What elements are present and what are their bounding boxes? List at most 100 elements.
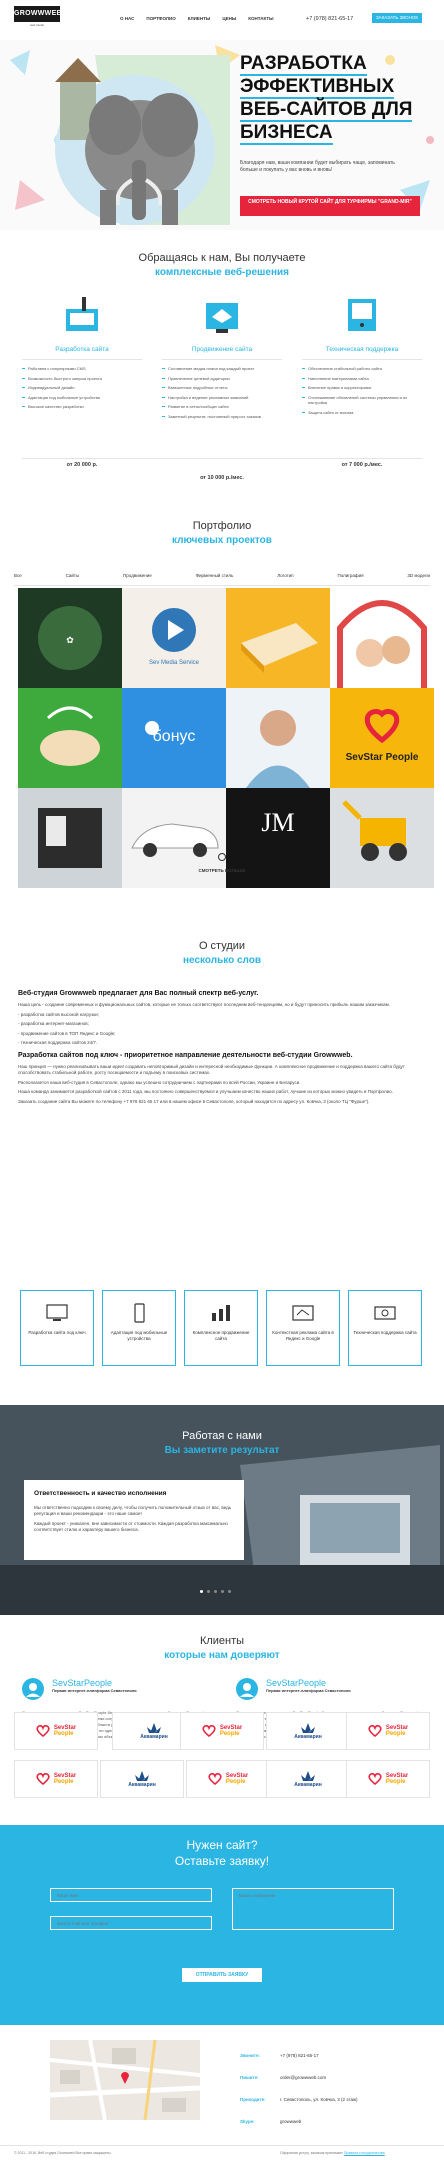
portfolio-tile[interactable]: [330, 788, 434, 888]
list-item: Обеспечение стабильной работы сайта: [302, 366, 422, 372]
list-item: Составление медиа-плана под каждый проек…: [162, 366, 282, 372]
portfolio-tabs: Все Сайты Продвижение Фирменный стиль Ло…: [14, 573, 430, 578]
portfolio-tile[interactable]: [226, 588, 330, 688]
service-title: Разработка сайта: [55, 346, 109, 353]
service-list: Работаем с популярными CMS Возможность б…: [22, 366, 142, 410]
lotus-logo-icon: [301, 1722, 315, 1733]
portfolio-tile-jm[interactable]: JM: [226, 788, 330, 888]
slider-dot[interactable]: [214, 1590, 217, 1593]
review-name: SevStarPeople: [52, 1678, 113, 1688]
portfolio-tile[interactable]: [226, 688, 330, 788]
phone-value[interactable]: +7 (978) 821-65-17: [280, 2053, 319, 2058]
portfolio-tile[interactable]: ✿: [18, 588, 122, 688]
about-bullet: - продвижение сайтов в ТОП Яндекс и Goog…: [18, 1030, 116, 1036]
client-logo-sevstar[interactable]: SevStar People: [14, 1760, 98, 1798]
name-input[interactable]: [50, 1888, 212, 1902]
about-lead: Веб-студия Growwweb предлагает для Вас п…: [18, 990, 259, 997]
feature-label: Контекстная реклама сайта в Яндекс и Goo…: [272, 1330, 334, 1341]
price-development: от 20 000 р.: [66, 462, 98, 468]
terms-link[interactable]: Правила сотрудничества: [344, 2151, 385, 2155]
portfolio-tile-bonus[interactable]: бонус: [122, 688, 226, 788]
user-avatar-icon: [22, 1678, 44, 1700]
feature-label: Техническая поддержка сайта: [353, 1330, 417, 1335]
feature-card: Техническая поддержка сайта: [348, 1290, 422, 1366]
submit-order-button[interactable]: ОТПРАВИТЬ ЗАЯВКУ: [182, 1968, 262, 1982]
feature-card: Разработка сайта под ключ: [20, 1290, 94, 1366]
slider-dot[interactable]: [221, 1590, 224, 1593]
about-bullet: - разработка сайтов высокой нагрузки;: [18, 1011, 99, 1017]
portfolio-tile-sev-media[interactable]: Sev Media Service: [122, 588, 226, 688]
about-bullet: - разработка интернет-магазинов;: [18, 1021, 89, 1026]
client-logo-akvamarin[interactable]: Аквамарин: [266, 1712, 350, 1750]
portfolio-tile[interactable]: [18, 688, 122, 788]
divider: [22, 458, 422, 459]
website-dev-icon: [66, 297, 98, 331]
menu-item-prices[interactable]: ЦЕНЫ: [222, 16, 236, 21]
feature-label: Комплексное продвижение сайта: [192, 1330, 250, 1341]
feature-card: Контекстная реклама сайта в Яндекс и Goo…: [266, 1290, 340, 1366]
tab-branding[interactable]: Фирменный стиль: [196, 573, 234, 578]
portfolio-heading: Портфолио: [192, 520, 252, 532]
slider-dot[interactable]: [207, 1590, 210, 1593]
menu-item-portfolio[interactable]: ПОРТФОЛИО: [146, 16, 175, 21]
feature-card: Комплексное продвижение сайта: [184, 1290, 258, 1366]
client-logo-sevstar[interactable]: SevStar People: [186, 1760, 270, 1798]
slider-dot[interactable]: [200, 1590, 203, 1593]
about-paragraph: Наша цель - создание современных и функц…: [18, 1002, 390, 1007]
portfolio-tile[interactable]: [122, 788, 226, 888]
logo[interactable]: GROWWWEB: [14, 6, 62, 22]
heart-logo-icon: [202, 1725, 216, 1737]
heart-logo-icon: [36, 1725, 50, 1737]
results-slider-dots: [200, 1590, 231, 1593]
tab-sites[interactable]: Сайты: [66, 573, 80, 578]
menu-item-clients[interactable]: КЛИЕНТЫ: [188, 16, 211, 21]
divider: [14, 585, 430, 586]
menu-item-contacts[interactable]: КОНТАКТЫ: [248, 16, 273, 21]
client-logo-sevstar[interactable]: SevStar People: [14, 1712, 98, 1750]
service-title: Продвижение сайта: [191, 346, 253, 353]
list-item: Защита сайта от взлома: [302, 410, 422, 416]
solutions-subheading: комплексные веб-решения: [155, 267, 289, 278]
email-value[interactable]: order@growwweb.com: [280, 2075, 326, 2080]
results-subheading: Вы заметите результат: [164, 1445, 280, 1456]
tab-promotion[interactable]: Продвижение: [123, 573, 152, 578]
service-title: Техническая поддержка: [325, 346, 399, 353]
review-subtitle: Первая интернет-платформа Севастополя: [52, 1688, 137, 1693]
copyright: © 2011 - 2016, Веб-студия Growwweb Все п…: [14, 2151, 112, 2155]
about-bullet: - техническая поддержка сайтов 24/7.: [18, 1040, 98, 1045]
service-promotion: Продвижение сайта Составление медиа-план…: [162, 295, 282, 423]
message-textarea[interactable]: [232, 1888, 394, 1930]
support-icon: [348, 299, 376, 331]
tab-3d[interactable]: 3D модели: [407, 573, 430, 578]
map[interactable]: [50, 2040, 200, 2120]
list-item: Высокое качество разработки: [22, 404, 142, 410]
ads-icon: [292, 1305, 314, 1321]
slider-dot[interactable]: [228, 1590, 231, 1593]
hero-title: РАЗРАБОТКА ЭФФЕКТИВНЫХ ВЕБ-САЙТОВ ДЛЯ БИ…: [240, 53, 413, 145]
client-logo-sevstar[interactable]: SevStar People: [180, 1712, 264, 1750]
show-more-button[interactable]: СМОТРЕТЬ БОЛЬШЕ: [196, 868, 248, 873]
tile-label: Sev Media Service: [148, 660, 200, 666]
heart-logo-icon: [368, 1773, 382, 1785]
service-development: Разработка сайта Работаем с популярными …: [22, 295, 142, 414]
portfolio-tile[interactable]: [330, 588, 434, 688]
contact-input[interactable]: [50, 1916, 212, 1930]
portfolio-tile[interactable]: [18, 788, 122, 888]
call-request-button[interactable]: ЗАКАЗАТЬ ЗВОНОК: [372, 13, 422, 23]
address-value: г. Севастополь, ул. Ковчка, 3 (2 этаж): [280, 2097, 358, 2102]
portfolio-tile-sevstar[interactable]: SevStar People: [330, 688, 434, 788]
header-phone[interactable]: +7 (978) 821-65-17: [306, 16, 353, 22]
client-logo-sevstar[interactable]: SevStar People: [346, 1712, 430, 1750]
client-logo-akvamarin[interactable]: Аквамарин: [100, 1760, 184, 1798]
skype-value[interactable]: growwweb: [280, 2119, 301, 2124]
service-list: Обеспечение стабильной работы сайта Напо…: [302, 366, 422, 415]
tab-logo[interactable]: Логотип: [277, 573, 293, 578]
client-logo-akvamarin[interactable]: Аквамарин: [266, 1760, 350, 1798]
tab-all[interactable]: Все: [14, 573, 22, 578]
hero-cta-button[interactable]: СМОТРЕТЬ НОВЫЙ КРУТОЙ САЙТ ДЛЯ ТУРФИРМЫ …: [240, 196, 420, 216]
menu-item-about[interactable]: О НАС: [120, 16, 134, 21]
list-item: Наполнение материалами сайта: [302, 376, 422, 382]
client-logo-sevstar[interactable]: SevStar People: [346, 1760, 430, 1798]
feature-label: Адаптация под мобильные устройства: [110, 1330, 168, 1341]
tab-print[interactable]: Полиграфия: [337, 573, 363, 578]
